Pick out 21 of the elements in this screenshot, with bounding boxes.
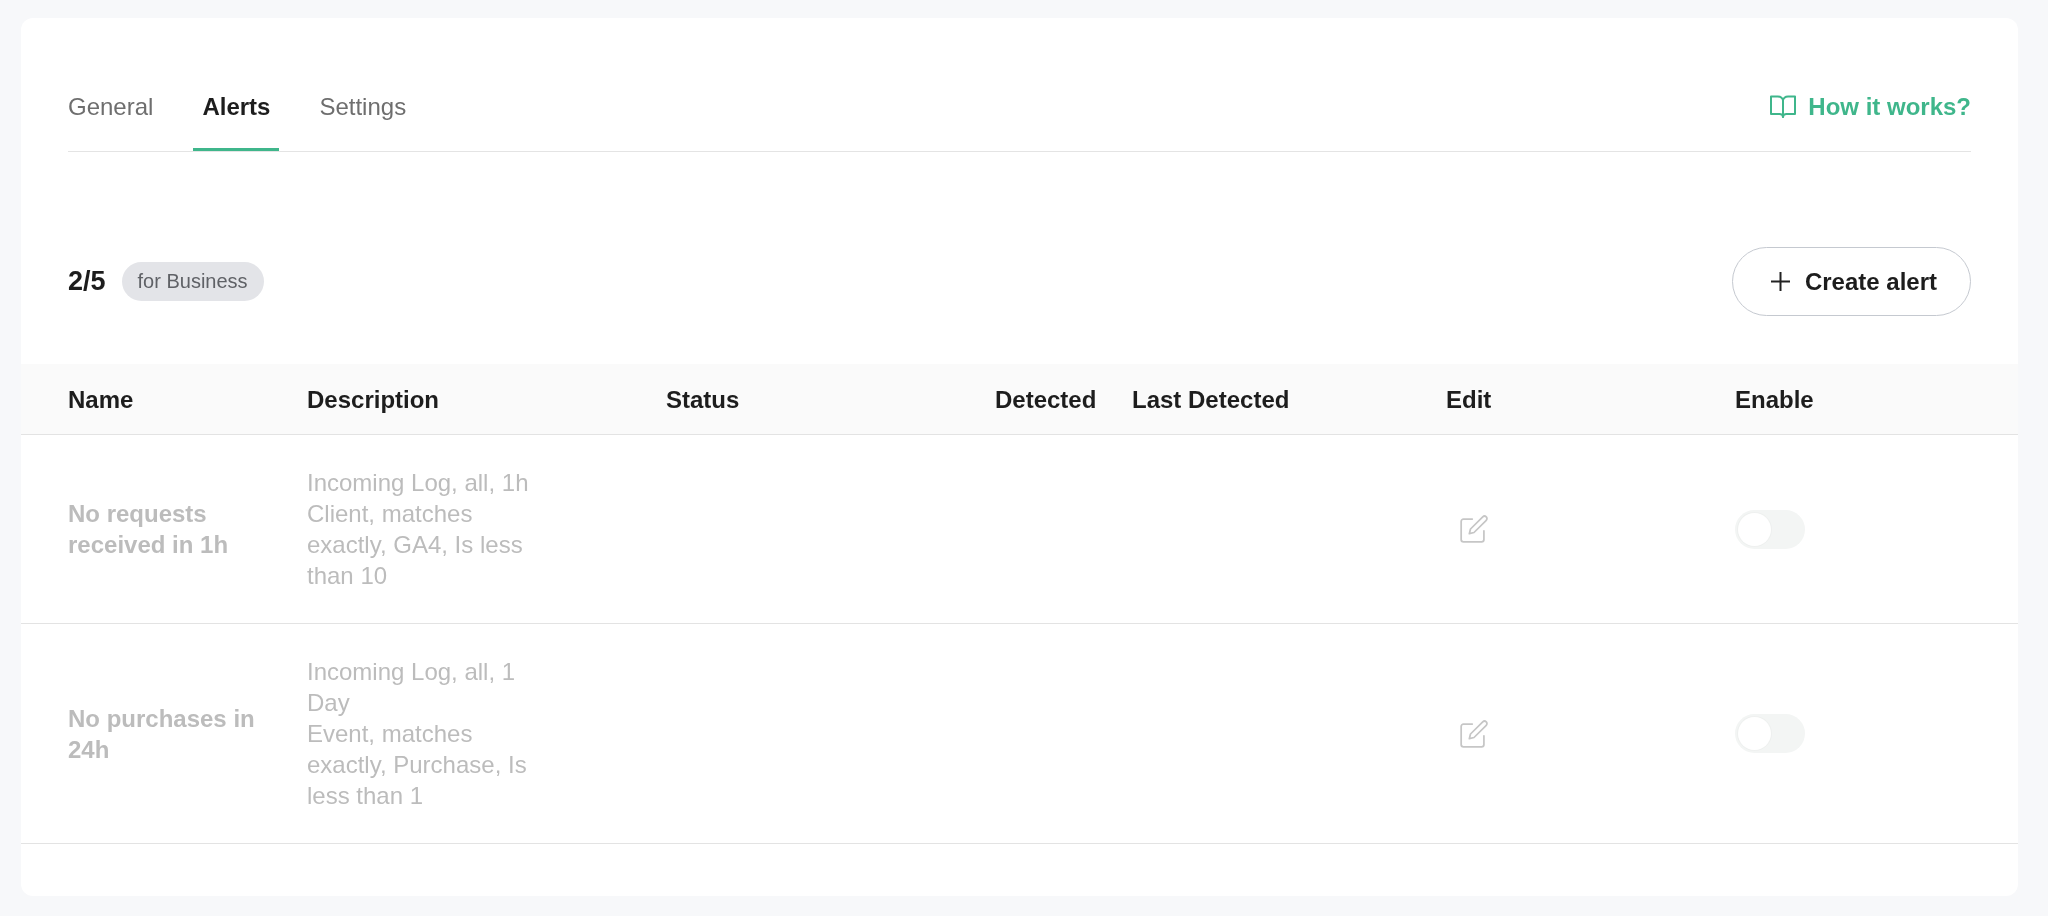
book-icon: [1770, 95, 1797, 118]
column-header: Name: [68, 384, 135, 415]
tab[interactable]: General: [59, 91, 163, 151]
column-header: Last Detected: [1132, 384, 1291, 415]
edit-icon[interactable]: [1460, 515, 1488, 543]
column-header: Detected: [995, 384, 1098, 415]
alert-name: No requests received in 1h: [68, 499, 230, 560]
plus-icon: [1770, 272, 1790, 291]
column-header: Status: [666, 384, 741, 415]
alert-description: Incoming Log, all, 1 Day Event, matches exactly, Purchase, Is less than 1: [307, 657, 528, 811]
alert-name: No purchases in 24h: [68, 703, 256, 765]
column-header: Edit: [1446, 384, 1493, 415]
create-alert-button[interactable]: Create alert: [1731, 247, 1971, 316]
plan-badge: for Business: [121, 262, 264, 301]
alert-description: Incoming Log, all, 1h Client, matches exactly, GA4, Is less than 10: [307, 468, 530, 591]
alert-count: 2/5: [68, 266, 106, 297]
edit-icon[interactable]: [1460, 719, 1488, 748]
column-header: Description: [307, 384, 441, 415]
tab[interactable]: Alerts: [193, 91, 280, 151]
tab[interactable]: Settings: [310, 91, 416, 151]
column-header: Enable: [1735, 384, 1815, 415]
